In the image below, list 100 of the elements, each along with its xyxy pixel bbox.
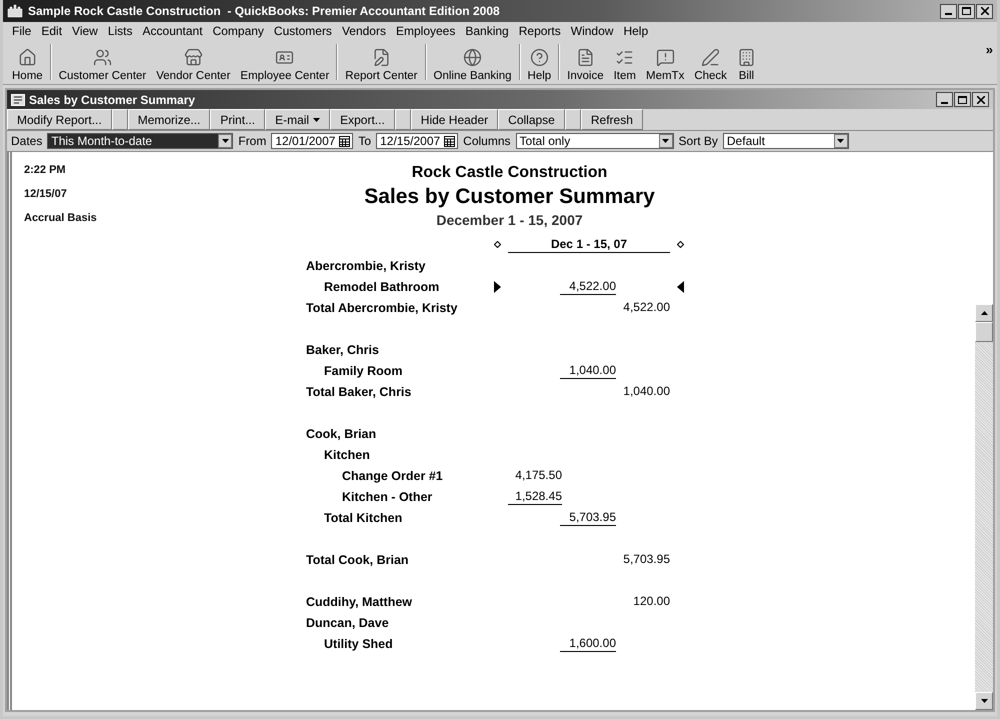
to-label: To — [358, 134, 372, 148]
report-button[interactable]: Refresh — [580, 109, 643, 130]
toolbar-button[interactable]: Report Center — [340, 40, 423, 84]
amount-cell[interactable]: 1,600.00 — [560, 636, 616, 652]
down-arrow-icon — [980, 699, 988, 703]
email-menu-button[interactable]: E-mail — [265, 109, 330, 130]
calendar-icon[interactable] — [339, 136, 350, 146]
castle-icon — [7, 4, 23, 18]
maximize-icon — [958, 96, 967, 104]
report-button[interactable]: Print... — [210, 109, 266, 130]
toolbar-button[interactable]: Item — [608, 40, 641, 84]
close-icon — [976, 96, 984, 104]
menu-item[interactable]: Help — [618, 24, 654, 38]
menu-item[interactable]: Employees — [390, 24, 460, 38]
total-label: Total Cook, Brian — [306, 552, 410, 566]
report-date: 12/15/07 — [24, 188, 68, 200]
to-date-field[interactable]: 12/15/2007 — [376, 133, 458, 149]
menu-item[interactable]: View — [67, 24, 103, 38]
scroll-thumb[interactable] — [975, 322, 993, 342]
row-label: Cook, Brian — [306, 426, 378, 440]
toolbar-button[interactable]: Online Banking — [428, 40, 517, 84]
menu-item[interactable]: File — [7, 24, 36, 38]
toolbar-button[interactable]: Help — [522, 40, 556, 84]
dates-select[interactable]: This Month-to-date — [47, 133, 234, 149]
toolbar-button[interactable]: Check — [689, 40, 732, 84]
total-amount[interactable]: 1,040.00 — [614, 384, 670, 400]
calendar-icon[interactable] — [444, 136, 456, 146]
button-bar-spacer — [394, 109, 411, 130]
document-pen-icon — [372, 48, 391, 67]
caret-icon — [662, 139, 670, 143]
from-label: From — [238, 134, 266, 148]
menu-item[interactable]: Vendors — [336, 24, 391, 38]
building-icon — [736, 48, 756, 67]
amount-cell[interactable]: 4,522.00 — [560, 278, 616, 294]
report-button[interactable]: Modify Report... — [7, 109, 112, 130]
menu-item[interactable]: Edit — [36, 24, 68, 38]
row-label: Baker, Chris — [306, 342, 380, 356]
total-amount[interactable]: 5,703.95 — [614, 552, 670, 568]
toolbar-button[interactable]: Bill — [732, 40, 761, 84]
scroll-down-button[interactable] — [975, 692, 993, 710]
report-basis: Accrual Basis — [24, 212, 98, 224]
help-icon — [530, 48, 549, 67]
report-button[interactable]: Hide Header — [410, 109, 498, 130]
button-bar-spacer — [564, 109, 581, 130]
close-icon — [980, 7, 988, 15]
report-icon — [11, 94, 25, 106]
button-bar-spacer — [112, 109, 128, 130]
row-label: Kitchen — [323, 448, 371, 462]
amount-cell[interactable]: 1,528.45 — [508, 488, 562, 504]
from-date-field[interactable]: 12/01/2007 — [271, 133, 354, 149]
report-window-title: Sales by Customer Summary — [29, 92, 196, 106]
minimize-icon — [945, 13, 952, 15]
toolbar-button[interactable]: Invoice — [562, 40, 609, 84]
caret-icon — [313, 118, 320, 122]
amount-cell[interactable]: 1,040.00 — [560, 362, 616, 378]
menu-item[interactable]: Lists — [102, 24, 138, 38]
column-header[interactable]: Dec 1 - 15, 07 — [508, 236, 670, 252]
menu-item[interactable]: Customers — [268, 24, 337, 38]
report-time: 2:22 PM — [24, 164, 67, 176]
total-amount[interactable]: 5,703.95 — [560, 510, 616, 526]
sort-by-select[interactable]: Default — [722, 133, 849, 149]
pen-icon — [701, 48, 720, 67]
minimize-button[interactable] — [940, 4, 957, 18]
toolbar-button[interactable]: Customer Center — [54, 40, 152, 84]
columns-label: Columns — [463, 134, 511, 148]
row-label: Family Room — [323, 364, 404, 378]
amount-cell[interactable]: 120.00 — [614, 594, 670, 610]
menu-item[interactable]: Company — [208, 24, 269, 38]
amount-cell[interactable]: 4,175.50 — [508, 468, 562, 484]
toolbar-button[interactable]: MemTx — [640, 40, 690, 84]
menu-item[interactable]: Window — [566, 24, 618, 38]
report-button[interactable]: Memorize... — [128, 109, 210, 130]
more-button[interactable]: » — [986, 40, 993, 84]
minimize-button[interactable] — [936, 92, 953, 107]
toolbar-button[interactable]: Home — [7, 40, 48, 84]
menu-item[interactable]: Accountant — [138, 24, 208, 38]
diamond-icon[interactable] — [494, 241, 501, 248]
caret-icon — [222, 139, 229, 143]
maximize-button[interactable] — [954, 92, 971, 107]
window-title: Sample Rock Castle Construction - QuickBooks: Premier Accountant Edition 2008 — [28, 4, 501, 18]
toolbar-button[interactable]: Vendor Center — [151, 40, 236, 84]
report-button[interactable]: Collapse — [498, 109, 565, 130]
scrollbar[interactable] — [975, 304, 993, 710]
close-button[interactable] — [976, 4, 993, 18]
menu-item[interactable]: Reports — [514, 24, 566, 38]
dates-label: Dates — [11, 134, 42, 148]
globe-icon — [463, 48, 482, 67]
total-label: Total Kitchen — [323, 510, 404, 524]
report-period: December 1 - 15, 2007 — [436, 212, 583, 228]
total-amount[interactable]: 4,522.00 — [614, 300, 670, 316]
scroll-up-button[interactable] — [975, 304, 993, 322]
diamond-icon[interactable] — [677, 241, 684, 248]
up-arrow-icon — [980, 311, 988, 315]
toolbar-button[interactable]: Employee Center — [235, 40, 334, 84]
columns-select[interactable]: Total only — [516, 133, 674, 149]
caret-icon — [837, 139, 844, 143]
maximize-button[interactable] — [958, 4, 975, 18]
close-button[interactable] — [972, 92, 989, 107]
menu-item[interactable]: Banking — [460, 24, 514, 38]
report-button[interactable]: Export... — [330, 109, 395, 130]
